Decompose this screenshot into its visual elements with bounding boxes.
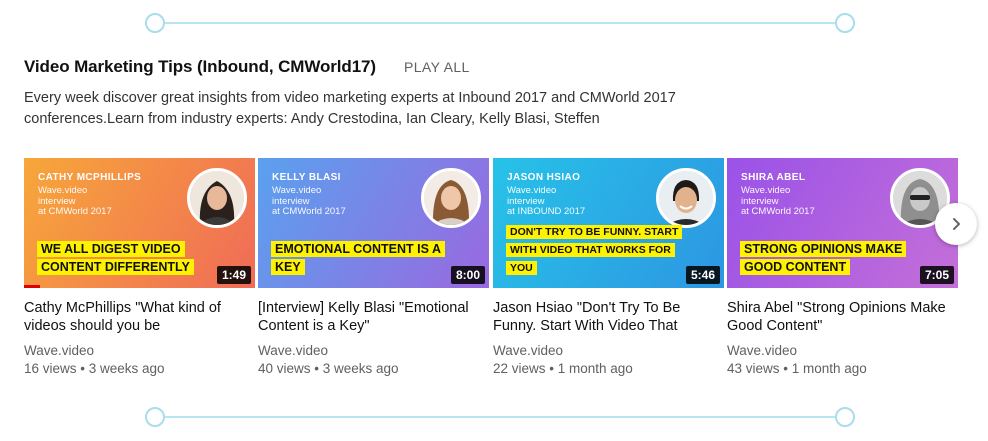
chevron-right-icon (953, 218, 960, 230)
duration-badge: 5:46 (685, 266, 720, 284)
video-meta: 16 views • 3 weeks ago (24, 361, 165, 376)
watch-progress-bar (24, 285, 41, 288)
decorative-connector-top (145, 13, 855, 33)
video-title[interactable]: Cathy McPhillips "What kind of videos sh… (24, 299, 255, 335)
duration-badge: 8:00 (450, 266, 485, 284)
thumb-subtitle: Wave.video interview at INBOUND 2017 (507, 185, 586, 217)
shelf-description: Every week discover great insights from … (24, 90, 676, 127)
thumb-speaker-name: KELLY BLASI (272, 172, 341, 183)
thumb-caption: WE ALL DIGEST VIDEO CONTENT DIFFERENTLY (37, 240, 227, 276)
video-thumbnail[interactable]: KELLY BLASI Wave.video interview at CMWo… (258, 158, 489, 288)
thumb-subtitle: Wave.video interview at CMWorld 2017 (741, 185, 815, 217)
video-card[interactable]: KELLY BLASI Wave.video interview at CMWo… (258, 158, 489, 376)
speaker-avatar (187, 168, 247, 228)
thumb-subtitle: Wave.video interview at CMWorld 2017 (272, 185, 346, 217)
video-title[interactable]: Jason Hsiao "Don't Try To Be Funny. Star… (493, 299, 724, 335)
speaker-avatar (656, 168, 716, 228)
shelf-title[interactable]: Video Marketing Tips (Inbound, CMWorld17… (24, 57, 376, 77)
next-arrow-button[interactable] (935, 203, 977, 245)
video-thumbnail[interactable]: SHIRA ABEL Wave.video interview at CMWor… (727, 158, 958, 288)
video-title[interactable]: Shira Abel "Strong Opinions Make Good Co… (727, 299, 958, 335)
duration-badge: 7:05 (919, 266, 954, 284)
video-title[interactable]: [Interview] Kelly Blasi "Emotional Conte… (258, 299, 489, 335)
shelf-header: Video Marketing Tips (Inbound, CMWorld17… (24, 57, 470, 77)
thumb-speaker-name: SHIRA ABEL (741, 172, 806, 183)
decorative-connector-bottom (145, 407, 855, 427)
thumb-caption: DON'T TRY TO BE FUNNY. START WITH VIDEO … (506, 222, 696, 276)
video-meta: 43 views • 1 month ago (727, 361, 867, 376)
video-card[interactable]: CATHY MCPHILLIPS Wave.video interview at… (24, 158, 255, 376)
channel-name[interactable]: Wave.video (493, 343, 724, 358)
play-all-button[interactable]: PLAY ALL (404, 59, 470, 75)
thumb-caption: STRONG OPINIONS MAKE GOOD CONTENT (740, 240, 930, 276)
video-card[interactable]: JASON HSIAO Wave.video interview at INBO… (493, 158, 724, 376)
video-thumbnail[interactable]: CATHY MCPHILLIPS Wave.video interview at… (24, 158, 255, 288)
thumb-subtitle: Wave.video interview at CMWorld 2017 (38, 185, 112, 217)
speaker-avatar (421, 168, 481, 228)
duration-badge: 1:49 (216, 266, 251, 284)
video-thumbnail[interactable]: JASON HSIAO Wave.video interview at INBO… (493, 158, 724, 288)
thumb-caption: EMOTIONAL CONTENT IS A KEY (271, 240, 461, 276)
channel-name[interactable]: Wave.video (24, 343, 255, 358)
video-card[interactable]: SHIRA ABEL Wave.video interview at CMWor… (727, 158, 958, 376)
thumb-speaker-name: JASON HSIAO (507, 172, 581, 183)
thumb-speaker-name: CATHY MCPHILLIPS (38, 172, 142, 183)
channel-name[interactable]: Wave.video (727, 343, 958, 358)
channel-name[interactable]: Wave.video (258, 343, 489, 358)
video-meta: 40 views • 3 weeks ago (258, 361, 399, 376)
video-meta: 22 views • 1 month ago (493, 361, 633, 376)
